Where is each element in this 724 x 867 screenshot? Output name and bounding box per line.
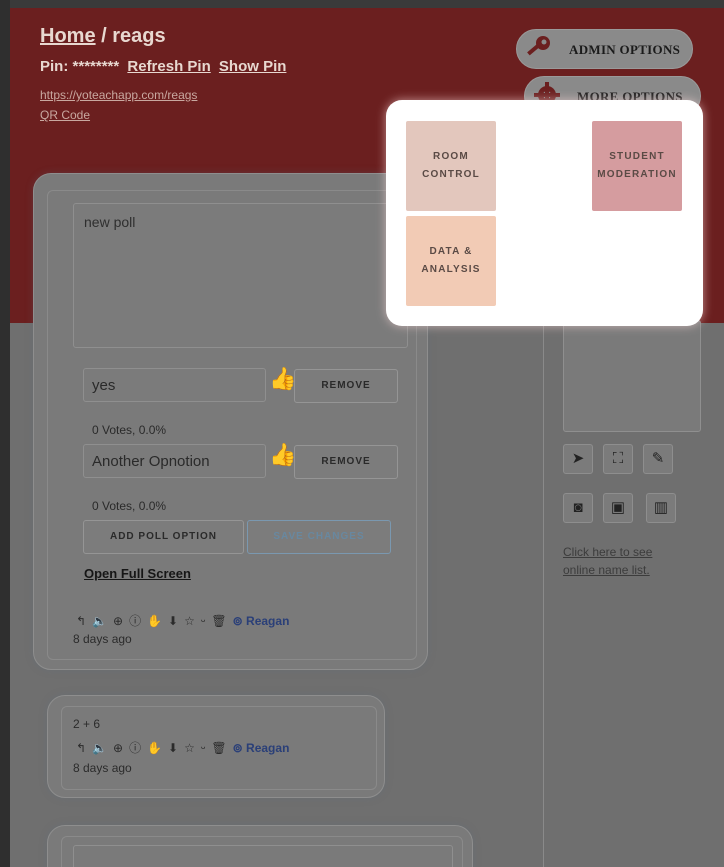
stethoscope-icon[interactable]: ᵕ [201, 614, 206, 628]
trash-icon[interactable]: 🗑 [211, 741, 226, 755]
key-icon [525, 34, 553, 62]
reply-icon[interactable]: ↰ [76, 741, 86, 755]
question-hand-icon[interactable]: ✋ [147, 741, 162, 755]
poll-option-input[interactable]: yes [83, 368, 266, 402]
camera-icon[interactable]: ◙ [563, 493, 593, 523]
student-moderation-tile[interactable]: STUDENT MODERATION [592, 121, 682, 211]
image-icon[interactable]: ▣ [603, 493, 633, 523]
screen-select-icon[interactable]: ⛶ [603, 444, 633, 474]
breadcrumb: Home / reags [40, 25, 166, 48]
pin-label: Pin: [40, 58, 69, 75]
qr-code-link[interactable]: QR Code [40, 108, 90, 122]
stethoscope-icon[interactable]: ᵕ [201, 741, 206, 755]
poll-question-input[interactable]: new poll [73, 203, 408, 348]
post-time: 8 days ago [73, 632, 132, 646]
globe-icon[interactable]: ⊕ [113, 741, 123, 755]
speaker-icon[interactable]: 🔈 [92, 741, 107, 755]
thumbs-up-icon[interactable]: 👍 [269, 366, 296, 392]
post-actions: ↰ 🔈 ⊕ ⓘ ✋ ⬇ ☆ ᵕ 🗑 ⊚ Reagan [76, 739, 289, 756]
post-input[interactable] [73, 845, 453, 867]
author-name[interactable]: Reagan [246, 741, 289, 755]
globe-icon[interactable]: ⊕ [113, 614, 123, 628]
post-time: 8 days ago [73, 761, 132, 775]
reply-icon[interactable]: ↰ [76, 614, 86, 628]
room-control-tile[interactable]: ROOM CONTROL [406, 121, 496, 211]
student-moderation-label: MODERATION [597, 169, 677, 180]
post-actions: ↰ 🔈 ⊕ ⓘ ✋ ⬇ ☆ ᵕ 🗑 ⊚ Reagan [76, 612, 289, 629]
sidebar-textbox[interactable] [563, 320, 701, 432]
star-icon[interactable]: ☆ [184, 741, 195, 755]
room-control-label: ROOM [433, 151, 469, 162]
author[interactable]: ⊚ Reagan [233, 741, 290, 755]
author[interactable]: ⊚ Reagan [233, 614, 290, 628]
thumbs-up-icon[interactable]: 👍 [269, 442, 296, 468]
data-analysis-tile[interactable]: DATA & ANALYSIS [406, 216, 496, 306]
bar-chart-icon[interactable]: ▥ [646, 493, 676, 523]
pin-value: ******** [72, 58, 120, 75]
star-icon[interactable]: ☆ [184, 614, 195, 628]
more-options-popup: ROOM CONTROL STUDENT MODERATION DATA & ANAL… [386, 100, 703, 326]
breadcrumb-current: reags [112, 25, 166, 47]
option-votes: 0 Votes, 0.0% [92, 423, 167, 437]
poll-option-input[interactable]: Another Opnotion [83, 444, 266, 478]
trash-icon[interactable]: 🗑 [211, 614, 226, 628]
save-changes-button[interactable]: SAVE CHANGES [247, 520, 391, 554]
breadcrumb-separator: / [95, 25, 113, 47]
room-control-label: CONTROL [422, 169, 480, 180]
pin-icon[interactable]: ⬇ [168, 614, 178, 628]
int-icon[interactable]: ⓘ [129, 739, 141, 756]
data-analysis-label: DATA & [429, 246, 473, 257]
show-pin-link[interactable]: Show Pin [219, 58, 287, 75]
window-left-edge [0, 0, 10, 867]
add-poll-option-button[interactable]: ADD POLL OPTION [83, 520, 244, 554]
user-icon: ⊚ [232, 613, 243, 628]
option-votes: 0 Votes, 0.0% [92, 499, 167, 513]
column-divider [543, 320, 544, 867]
int-icon[interactable]: ⓘ [129, 612, 141, 629]
data-analysis-label: ANALYSIS [421, 264, 481, 275]
pencil-icon[interactable]: ✎ [643, 444, 673, 474]
post-text: 2 + 6 [73, 717, 101, 731]
question-hand-icon[interactable]: ✋ [147, 614, 162, 628]
room-url-link[interactable]: https://yoteachapp.com/reags [40, 88, 197, 102]
window-top-edge [0, 0, 724, 8]
admin-options-button[interactable]: ADMIN OPTIONS [516, 29, 693, 69]
student-moderation-label: STUDENT [609, 151, 665, 162]
pin-row: Pin: ******** Refresh Pin Show Pin [40, 58, 286, 75]
speaker-icon[interactable]: 🔈 [92, 614, 107, 628]
remove-option-button[interactable]: REMOVE [294, 369, 398, 403]
author-name[interactable]: Reagan [246, 614, 289, 628]
user-icon: ⊚ [232, 740, 243, 755]
refresh-pin-link[interactable]: Refresh Pin [127, 58, 210, 75]
admin-options-label: ADMIN OPTIONS [569, 42, 681, 57]
remove-option-button[interactable]: REMOVE [294, 445, 398, 479]
online-name-list-link[interactable]: Click here to see online name list. [563, 543, 683, 579]
breadcrumb-home-link[interactable]: Home [40, 25, 96, 47]
open-full-screen-link[interactable]: Open Full Screen [84, 566, 191, 581]
pin-icon[interactable]: ⬇ [168, 741, 178, 755]
send-icon[interactable]: ➤ [563, 444, 593, 474]
